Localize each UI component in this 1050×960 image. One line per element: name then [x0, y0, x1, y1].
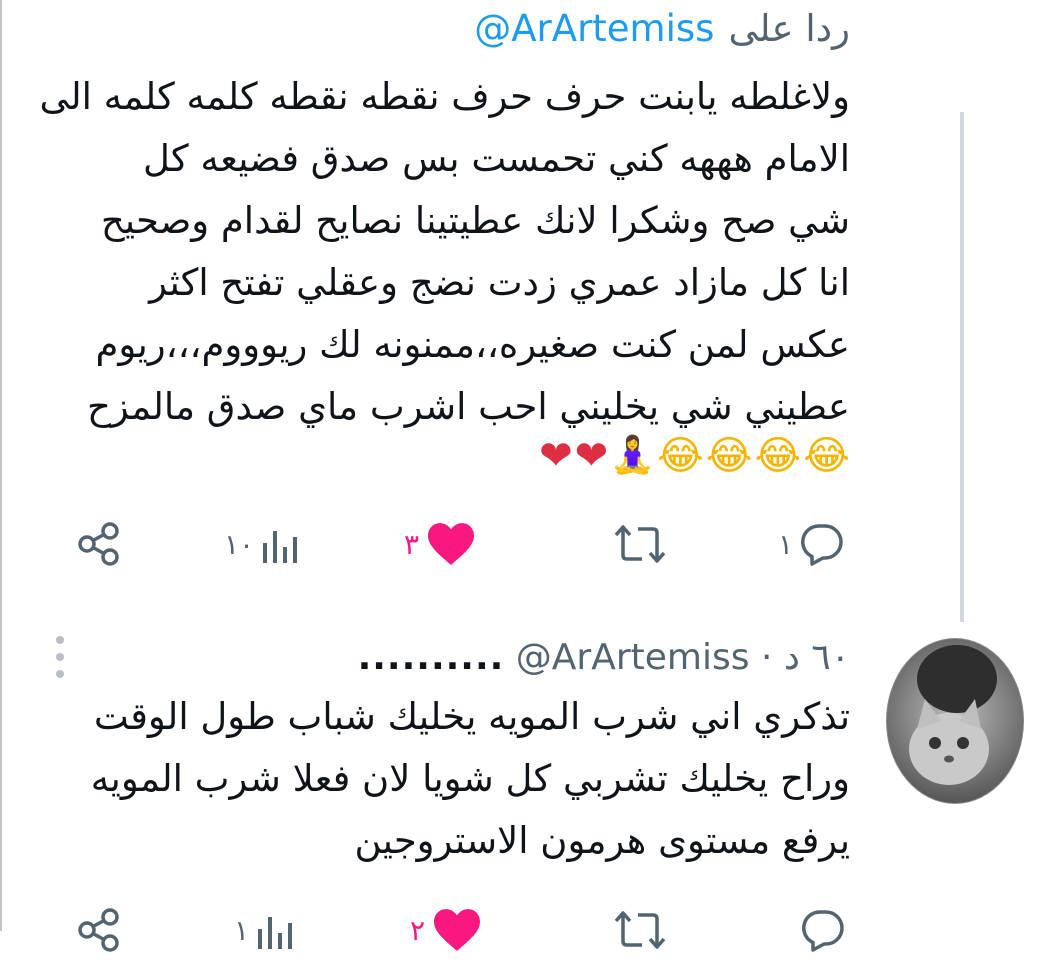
share-button[interactable]	[76, 900, 122, 960]
more-options-icon[interactable]	[54, 636, 66, 678]
tweet-1-text-line: انا كل مازاد عمري زدت نضج وعقلي تفتح اكث…	[149, 261, 850, 304]
tweet-1-text-line: عكس لمن كنت صغيره،،ممنونه لك ريوووم،،،ري…	[95, 323, 850, 366]
retweet-button[interactable]	[612, 900, 668, 960]
tweet-2-text-line: يرفع مستوى هرمون الاستروجين	[354, 819, 850, 862]
views-count: ١	[234, 913, 250, 947]
tweet-2-text: تذكري اني شرب المويه يخليك شباب طول الوق…	[30, 686, 850, 872]
reply-button[interactable]: ١	[778, 514, 845, 574]
like-button[interactable]: ٣	[404, 514, 477, 574]
face-with-tears-of-joy-icon: 😂	[754, 433, 802, 479]
replying-to-label: ردا على	[728, 7, 850, 50]
tweet-1-text-line: شي صح وشكرا لانك عطيتينا نصايح لقدام وصح…	[100, 199, 850, 242]
tweet-1-text-line: ولاغلطه يابنت حرف حرف نقطه نقطه كلمه كلم…	[39, 75, 850, 118]
share-icon	[78, 908, 119, 952]
likes-count: ٣	[404, 527, 420, 561]
retweet-icon	[614, 911, 666, 949]
avatar[interactable]	[886, 638, 1024, 804]
face-with-tears-of-joy-icon: 😂	[803, 433, 850, 479]
views-chart-icon	[258, 917, 293, 949]
tweet-1-text-line: الامام هههه كني تحمست بس صدق فضيعه كل	[143, 137, 850, 180]
retweet-icon	[614, 525, 666, 563]
views-chart-icon	[263, 531, 298, 563]
tweet-time[interactable]: ٦٠ د	[784, 637, 850, 678]
share-icon	[78, 522, 119, 566]
replying-to-header: @ArArtemiss ردا على	[474, 6, 850, 52]
face-with-tears-of-joy-icon: 😂	[705, 433, 753, 479]
reply-button[interactable]	[800, 900, 846, 960]
reply-icon	[802, 910, 844, 952]
tweet-1-action-bar: ١٠ ٣ ١	[0, 514, 1050, 574]
tweet-2-text-line: تذكري اني شرب المويه يخليك شباب طول الوق…	[93, 695, 850, 738]
face-with-tears-of-joy-icon: 😂	[657, 433, 704, 479]
views-button[interactable]: ١	[234, 900, 297, 960]
red-heart-icon: ❤	[539, 433, 573, 479]
heart-icon	[428, 523, 475, 565]
share-button[interactable]	[76, 514, 122, 574]
views-button[interactable]: ١٠	[224, 514, 302, 574]
meta-separator: ·	[760, 637, 773, 678]
tweet-1-emoji-line: 😂 😂 😂 😂 🧘‍♀️ ❤ ❤	[539, 430, 850, 482]
heart-icon	[434, 909, 481, 951]
replies-count: ١	[778, 527, 794, 561]
tweet-2-meta: .......... @ArArtemiss · ٦٠ د	[358, 632, 850, 684]
red-heart-icon: ❤	[574, 433, 609, 479]
tweet-2-action-bar: ١ ٢	[0, 900, 1050, 960]
author-handle[interactable]: @ArArtemiss	[516, 637, 750, 678]
woman-in-lotus-position-icon: 🧘‍♀️	[610, 435, 655, 476]
retweet-button[interactable]	[612, 514, 668, 574]
likes-count: ٢	[410, 913, 426, 947]
like-button[interactable]: ٢	[410, 900, 483, 960]
tweet-2-text-line: وراح يخليك تشربي كل شويا لان فعلا شرب ال…	[90, 757, 850, 800]
tweet-1-text: ولاغلطه يابنت حرف حرف نقطه نقطه كلمه كلم…	[30, 66, 850, 438]
author-display-name[interactable]: ..........	[358, 637, 505, 678]
replying-to-handle-link[interactable]: @ArArtemiss	[474, 7, 714, 50]
avatar-photo-cat-icon	[909, 645, 997, 785]
reply-icon	[801, 524, 843, 566]
tweet-1-text-line: عطيني شي يخليني احب اشرب ماي صدق مالمزح	[86, 385, 850, 428]
left-border	[0, 0, 2, 931]
views-count: ١٠	[224, 527, 255, 561]
